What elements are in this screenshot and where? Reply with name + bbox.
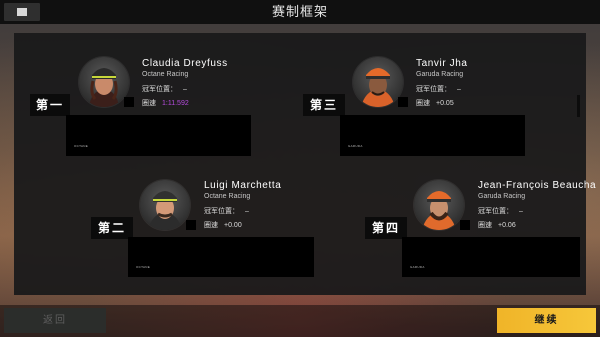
driver-banner: GARUDA xyxy=(402,237,580,277)
champion-position: 冠军位置： – xyxy=(478,208,523,215)
rank-label: 第四 xyxy=(365,217,407,239)
scrollbar[interactable] xyxy=(577,95,580,117)
lap-time: 圈速 1:11.592 xyxy=(142,100,189,107)
team-logo: GARUDA xyxy=(348,144,363,148)
driver-team: Garuda Racing xyxy=(478,193,526,200)
flag-placeholder xyxy=(398,97,408,107)
lap-time: 圈速 +0.00 xyxy=(204,222,242,229)
champion-position: 冠军位置： – xyxy=(416,86,461,93)
driver-name: Luigi Marchetta xyxy=(204,180,282,191)
team-logo: OCTANE xyxy=(74,144,89,148)
rank-label: 第一 xyxy=(30,94,70,116)
driver-portrait xyxy=(140,180,190,230)
driver-banner: OCTANE xyxy=(66,115,251,156)
driver-banner: OCTANE xyxy=(128,237,314,277)
lap-time: 圈速 +0.05 xyxy=(416,100,454,107)
driver-team: Octane Racing xyxy=(142,71,189,78)
driver-team: Octane Racing xyxy=(204,193,251,200)
page-title: 赛制框架 xyxy=(271,4,328,19)
team-logo: OCTANE xyxy=(136,265,151,269)
continue-button[interactable]: 继续 xyxy=(497,308,596,333)
rank-label: 第三 xyxy=(303,94,345,116)
driver-name: Jean-François Beaucha xyxy=(478,180,597,191)
driver-portrait xyxy=(414,180,464,230)
driver-name: Claudia Dreyfuss xyxy=(142,58,228,69)
team-logo: GARUDA xyxy=(410,265,425,269)
champion-position: 冠军位置： – xyxy=(204,208,249,215)
flag-placeholder xyxy=(124,97,134,107)
champion-position: 冠军位置： – xyxy=(142,86,187,93)
flag-placeholder xyxy=(460,220,470,230)
flag-placeholder xyxy=(186,220,196,230)
driver-portrait xyxy=(353,57,403,107)
driver-team: Garuda Racing xyxy=(416,71,464,78)
driver-name: Tanvir Jha xyxy=(416,58,468,69)
driver-banner: GARUDA xyxy=(340,115,525,156)
back-button[interactable]: 返回 xyxy=(4,308,106,333)
rank-label: 第二 xyxy=(91,217,133,239)
driver-portrait xyxy=(79,57,129,107)
lap-time: 圈速 +0.06 xyxy=(478,222,516,229)
top-bar: 赛制框架 xyxy=(0,0,600,24)
